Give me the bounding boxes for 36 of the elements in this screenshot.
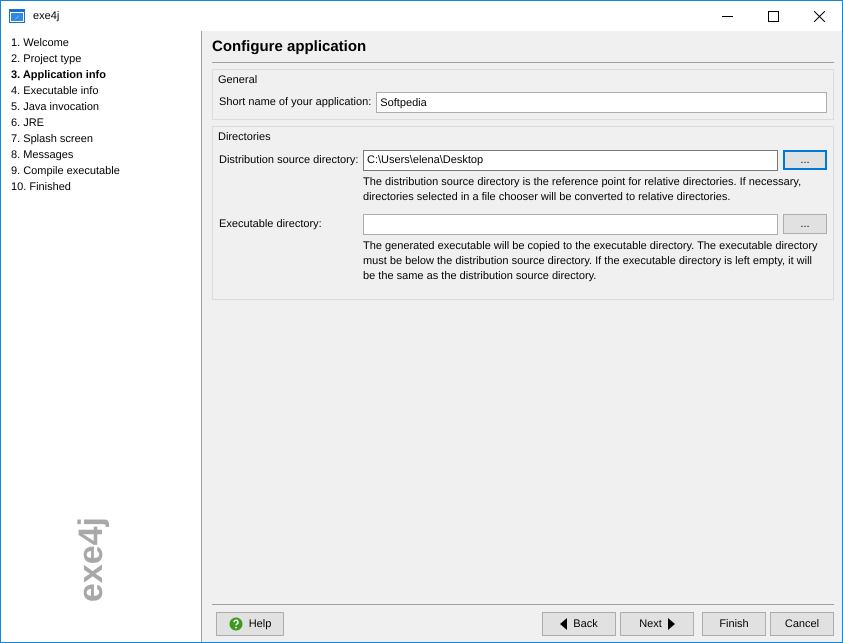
page-title: Configure application <box>212 31 834 62</box>
sidebar-item[interactable]: 6. JRE <box>11 115 191 131</box>
input-field[interactable]: C:\Users\elena\Desktop <box>363 150 778 170</box>
group-title: Directories <box>218 130 272 145</box>
finish-button[interactable]: Finish <box>702 612 766 636</box>
sidebar-item[interactable]: 2. Project type <box>11 51 191 67</box>
close-icon[interactable] <box>814 10 824 22</box>
maximize-icon[interactable] <box>768 10 778 22</box>
app-icon <box>9 9 25 23</box>
left-triangle-icon <box>560 618 568 630</box>
next-button[interactable]: Next <box>620 612 694 636</box>
field-label: Distribution source directory: <box>219 152 358 168</box>
input-field[interactable] <box>363 214 778 234</box>
help-text: The generated executable will be copied to the executable directory. The executable directory must be below the distribution source directory. If the executable directory is left empty, it will be the same as the distribution source directory. <box>363 238 819 284</box>
browse-button[interactable]: ... <box>783 214 827 234</box>
window-title: exe4j <box>33 8 60 24</box>
browse-button[interactable]: ... <box>783 150 827 170</box>
back-button[interactable]: Back <box>542 612 616 636</box>
field-label: Short name of your application: <box>219 95 372 110</box>
help-icon <box>228 617 243 631</box>
group-title: General <box>218 72 258 88</box>
sidebar-item[interactable]: 3. Application info <box>11 67 191 83</box>
field-label: Executable directory: <box>219 216 323 232</box>
input-field[interactable]: Softpedia <box>376 92 827 113</box>
cancel-button[interactable]: Cancel <box>770 612 834 636</box>
sidebar-logo-text: exe4j <box>71 516 111 602</box>
right-triangle-icon <box>668 618 675 630</box>
sidebar-item[interactable]: 4. Executable info <box>11 83 191 99</box>
sidebar-item[interactable]: 8. Messages <box>11 147 191 163</box>
sidebar-item[interactable]: 10. Finished <box>11 179 191 195</box>
help-button[interactable]: Help <box>216 612 284 636</box>
help-text: The distribution source directory is the reference point for relative directories. If necessary, directories selected in a file chooser will be converted to relative directories. <box>363 174 802 204</box>
sidebar-item[interactable]: 5. Java invocation <box>11 99 191 115</box>
sidebar-item[interactable]: 9. Compile executable <box>11 163 191 179</box>
sidebar-item[interactable]: 1. Welcome <box>11 35 191 51</box>
sidebar-item[interactable]: 7. Splash screen <box>11 131 191 147</box>
